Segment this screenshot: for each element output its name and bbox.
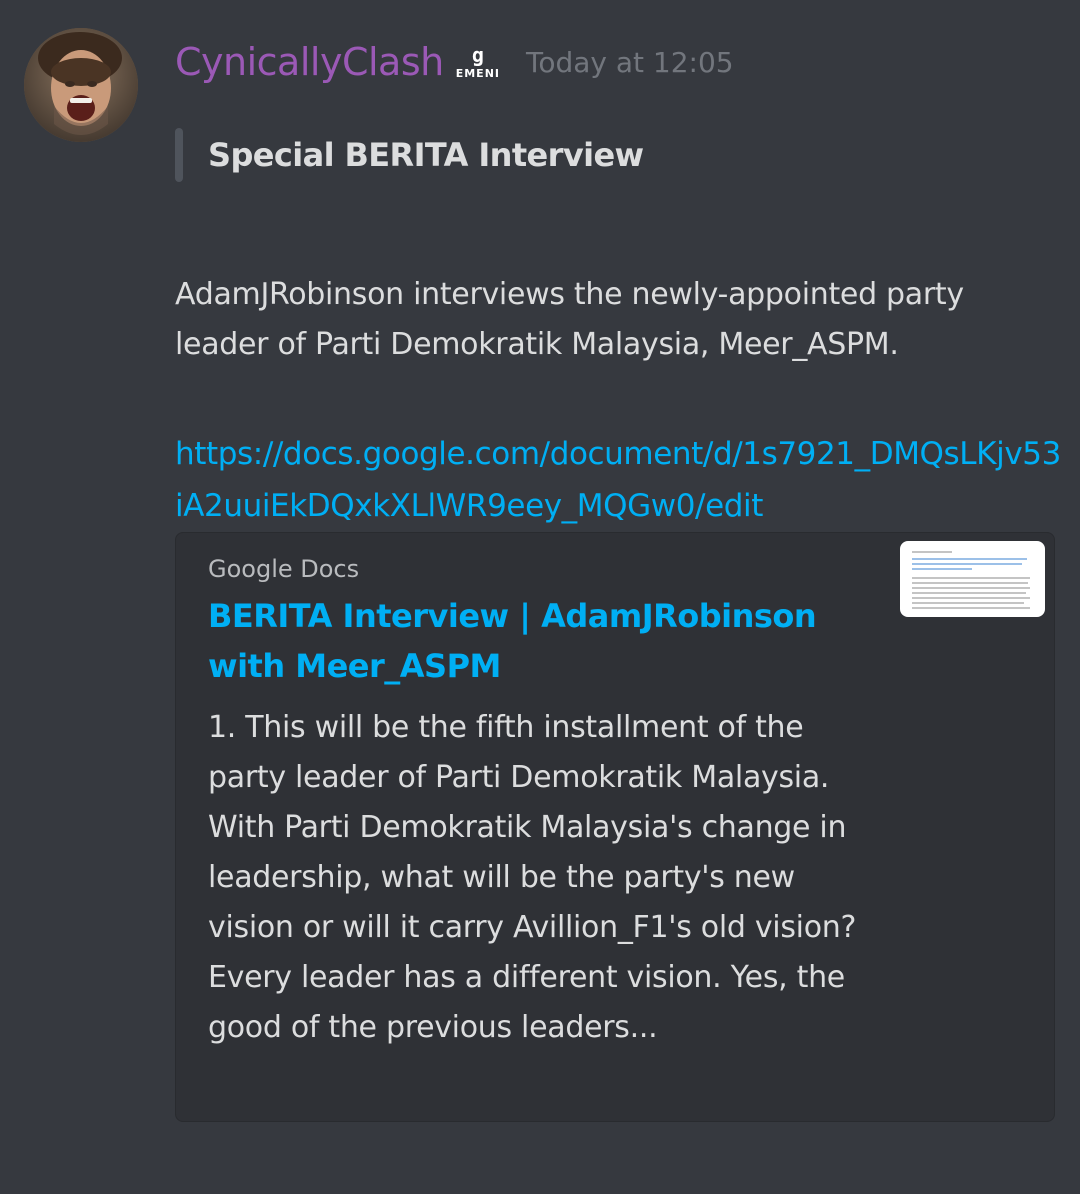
user-avatar[interactable] — [24, 28, 138, 142]
embed-provider: Google Docs — [208, 555, 360, 583]
link-embed: Google Docs BERITA Interview | AdamJRobi… — [175, 532, 1055, 1122]
thumbnail-line — [912, 577, 1030, 579]
embed-description: 1. This will be the fifth installment of… — [208, 710, 857, 1045]
thumbnail-line — [912, 597, 1030, 599]
thumbnail-line — [912, 582, 1028, 584]
username[interactable]: CynicallyClash — [175, 40, 444, 84]
thumbnail-line — [912, 551, 952, 553]
document-link[interactable]: https://docs.google.com/document/d/1s792… — [175, 428, 1065, 532]
thumbnail-line — [912, 607, 1030, 609]
thumbnail-line — [912, 563, 1022, 565]
thumbnail-line — [912, 568, 972, 570]
thumbnail-line — [912, 602, 1024, 604]
block-quote: Special BERITA Interview — [175, 128, 644, 182]
message-body: AdamJRobinson interviews the newly-appoi… — [175, 277, 964, 362]
quote-text: Special BERITA Interview — [208, 136, 644, 174]
server-tag-label: EMENI — [455, 67, 500, 80]
server-tag-glyph: g — [471, 43, 484, 67]
embed-title[interactable]: BERITA Interview | AdamJRobinson with Me… — [208, 591, 878, 691]
embed-thumbnail[interactable] — [900, 541, 1045, 617]
thumbnail-line — [912, 587, 1030, 589]
message-timestamp[interactable]: Today at 12:05 — [526, 46, 734, 79]
thumbnail-line — [912, 558, 1027, 560]
message-header: CynicallyClash g EMENI Today at 12:05 — [175, 34, 734, 90]
quote-bar — [175, 128, 183, 182]
server-tag-icon[interactable]: g EMENI — [456, 45, 500, 79]
thumbnail-line — [912, 592, 1026, 594]
